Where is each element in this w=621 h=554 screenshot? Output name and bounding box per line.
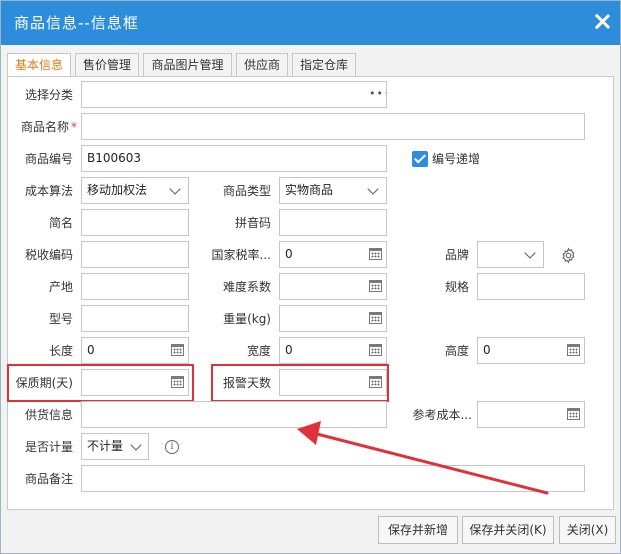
product-info-dialog: 商品信息--信息框 基本信息 售价管理 商品图片管理 供应商 指定仓库 选择分类… [0,0,621,554]
save-and-close-button[interactable]: 保存并关闭(K) [462,516,554,544]
save-and-new-button[interactable]: 保存并新增 [378,516,458,544]
close-button[interactable]: 关闭(X) [559,516,616,544]
annotation-arrow [297,421,549,495]
